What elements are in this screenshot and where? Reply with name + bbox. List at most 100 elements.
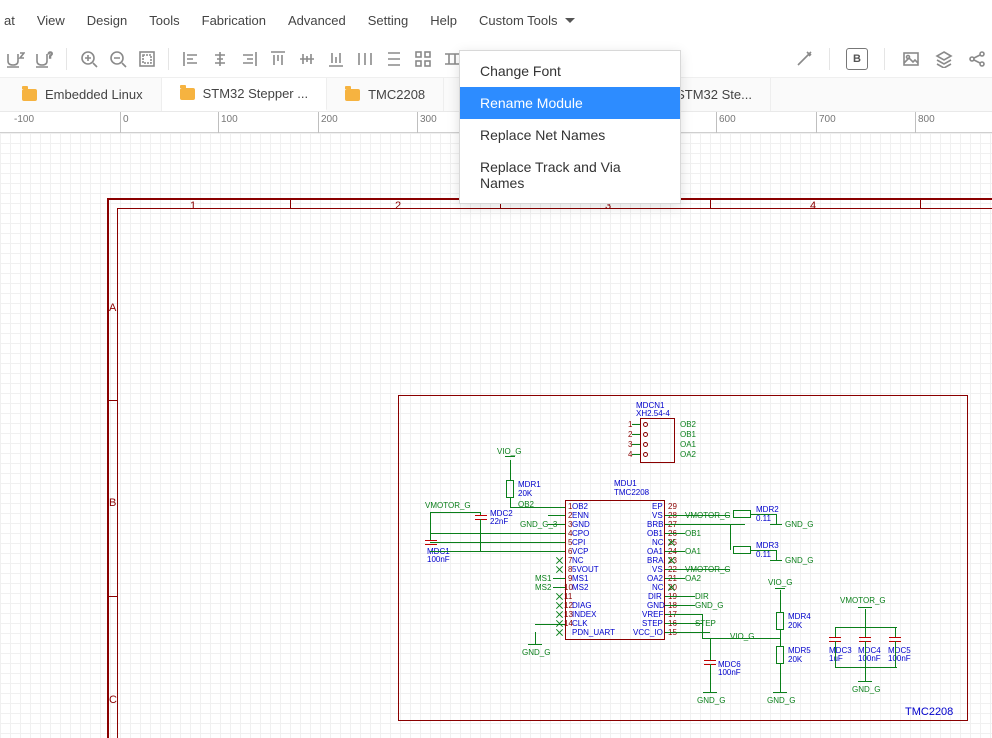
pin-label: INDEX (572, 610, 596, 619)
dropdown-change-font[interactable]: Change Font (460, 55, 680, 87)
sheet-col-1: 1 (190, 200, 196, 212)
menu-custom-tools-label: Custom Tools (479, 13, 558, 28)
part-ref: MDR1 (518, 480, 541, 489)
nc-mark (556, 557, 563, 564)
part-ref: MDR4 (788, 612, 811, 621)
part-val: 100nF (718, 668, 741, 677)
resistor-mdr2[interactable] (733, 510, 751, 518)
nc-mark (556, 611, 563, 618)
resistor-mdr1[interactable] (506, 480, 514, 498)
distribute-v-icon[interactable] (384, 49, 403, 68)
underline-superscript-icon[interactable] (6, 49, 25, 68)
header-name: XH2.54-4 (636, 409, 670, 418)
part-val: 20K (788, 655, 802, 664)
tab-stm32-stepper[interactable]: STM32 Stepper ... (162, 78, 328, 111)
zoom-in-icon[interactable] (79, 49, 98, 68)
wand-icon[interactable] (794, 49, 813, 68)
part-val: 0.11 (756, 550, 771, 559)
net-label: DIR (695, 592, 709, 601)
menu-advanced[interactable]: Advanced (288, 3, 346, 38)
ruler-label: -100 (14, 114, 34, 125)
align-bottom-icon[interactable] (326, 49, 345, 68)
dropdown-rename-module[interactable]: Rename Module (460, 87, 680, 119)
bom-button[interactable]: B (846, 48, 868, 70)
menu-view[interactable]: View (37, 3, 65, 38)
menu-setting[interactable]: Setting (368, 3, 408, 38)
resistor-mdr4[interactable] (776, 612, 784, 630)
net-label: OB2 (518, 500, 534, 509)
custom-tools-dropdown: Change Font Rename Module Replace Net Na… (459, 50, 681, 204)
gnd-label: GND_G (785, 520, 813, 529)
schematic-canvas[interactable]: -100 0 100 200 300 600 700 800 1 2 3 4 A… (0, 112, 992, 738)
sheet-row-a: A (109, 302, 116, 314)
pin-label: VS (652, 511, 663, 520)
svg-text:?: ? (48, 51, 53, 60)
zoom-out-icon[interactable] (108, 49, 127, 68)
separator (829, 48, 830, 70)
net-label: OA1 (680, 440, 696, 449)
net-label: MS2 (535, 583, 551, 592)
part-val: 100nF (888, 654, 911, 663)
net-vio-g: VIO_G (497, 447, 521, 456)
pin-label: OB2 (572, 502, 588, 511)
net-label: OA2 (680, 450, 696, 459)
underline-question-icon[interactable]: ? (35, 49, 54, 68)
nc-mark (556, 593, 563, 600)
pin-label: OA1 (647, 547, 663, 556)
net-label: OB1 (685, 529, 701, 538)
menu-custom-tools[interactable]: Custom Tools (479, 3, 573, 38)
ic-ref: MDU1 (614, 479, 637, 488)
fit-screen-icon[interactable] (137, 49, 156, 68)
part-ref: MDR3 (756, 541, 779, 550)
menu-design[interactable]: Design (87, 3, 127, 38)
menu-help[interactable]: Help (430, 3, 457, 38)
layers-icon[interactable] (934, 49, 953, 68)
pin-label: CLK (572, 619, 588, 628)
pin-label: BRA (647, 556, 663, 565)
pin-circle (643, 432, 648, 437)
pin-label: NC (652, 583, 664, 592)
pin-label: NC (652, 538, 664, 547)
net-label: OB1 (680, 430, 696, 439)
folder-icon (22, 89, 37, 101)
sheet-col-2: 2 (395, 200, 401, 212)
tab-label: STM32 Stepper ... (203, 86, 309, 101)
net-label: VMOTOR_G (840, 596, 886, 605)
part-val: 100nF (858, 654, 881, 663)
tab-embedded-linux[interactable]: Embedded Linux (4, 78, 162, 111)
menu-fabrication[interactable]: Fabrication (202, 3, 266, 38)
distribute-grid-icon[interactable] (413, 49, 432, 68)
dropdown-replace-net-names[interactable]: Replace Net Names (460, 119, 680, 151)
gnd-label: GND_G (852, 685, 880, 694)
part-val: 22nF (490, 517, 508, 526)
pin-label: BRB (647, 520, 663, 529)
align-left-icon[interactable] (181, 49, 200, 68)
separator (884, 48, 885, 70)
net-label: OA2 (685, 574, 701, 583)
image-icon[interactable] (901, 49, 920, 68)
nc-mark (556, 629, 563, 636)
distribute-h-icon[interactable] (355, 49, 374, 68)
share-icon[interactable] (967, 49, 986, 68)
sheet-row-b: B (109, 497, 116, 509)
resistor-mdr3[interactable] (733, 546, 751, 554)
menu-format[interactable]: at (4, 3, 15, 38)
net-label: VIO_G (730, 632, 754, 641)
tab-tmc2208[interactable]: TMC2208 (327, 78, 444, 111)
nc-mark (556, 566, 563, 573)
menu-tools[interactable]: Tools (149, 3, 179, 38)
align-top-icon[interactable] (268, 49, 287, 68)
ruler-label: 800 (918, 114, 935, 125)
align-right-icon[interactable] (239, 49, 258, 68)
align-center-h-icon[interactable] (210, 49, 229, 68)
dropdown-replace-track-via-names[interactable]: Replace Track and Via Names (460, 151, 680, 199)
ruler-label: 300 (420, 114, 437, 125)
pin-label: GND (572, 520, 590, 529)
separator (66, 48, 67, 70)
pin-label: CPI (572, 538, 585, 547)
pin-label: 5VOUT (572, 565, 599, 574)
nc-mark (556, 602, 563, 609)
pin-label: DIR (648, 592, 662, 601)
align-middle-icon[interactable] (297, 49, 316, 68)
resistor-mdr5[interactable] (776, 646, 784, 664)
